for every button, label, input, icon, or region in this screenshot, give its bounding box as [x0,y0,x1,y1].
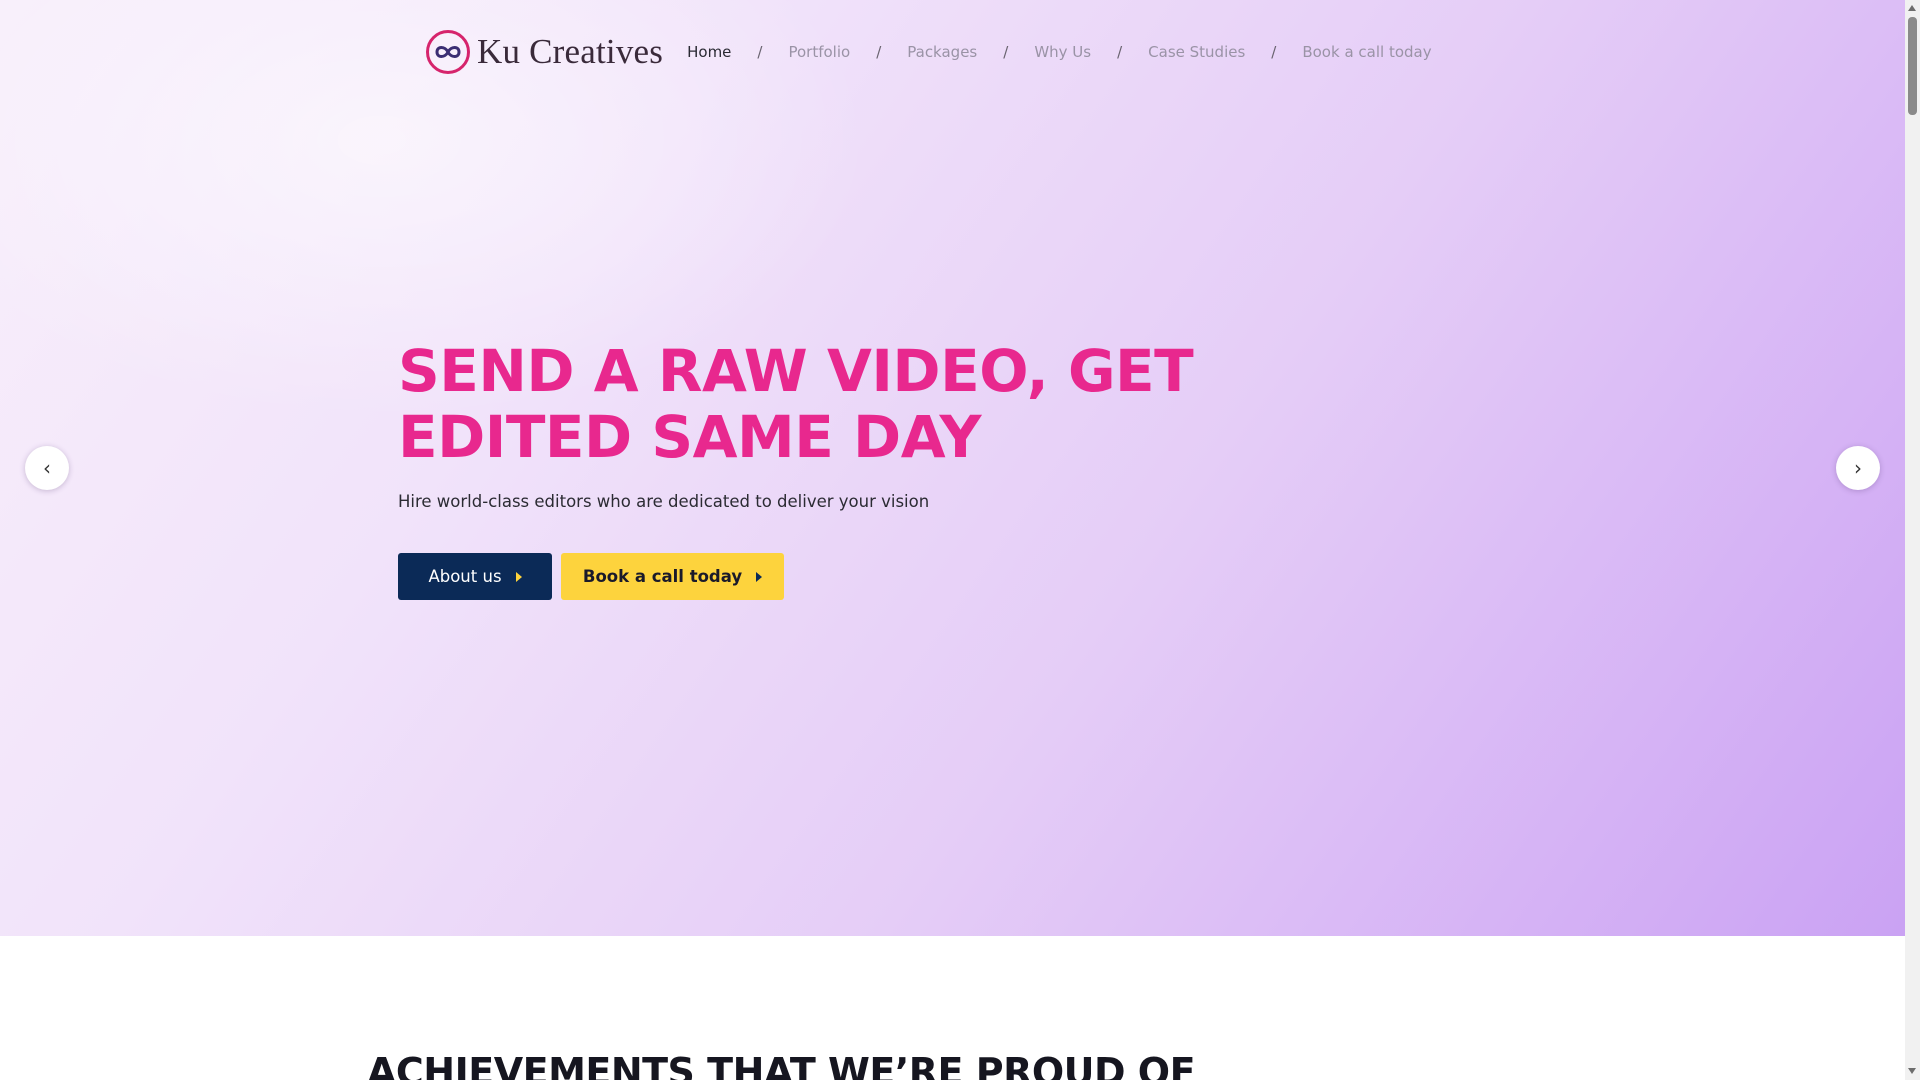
hero-subtext: Hire world-class editors who are dedicat… [398,492,930,511]
hero-section: Ku Creatives Home / Portfolio / Packages… [0,0,1905,936]
achievements-heading: ACHIEVEMENTS THAT WE’RE PROUD OF [367,1050,1196,1080]
about-us-button-label: About us [428,567,502,586]
about-us-button[interactable]: About us [398,553,552,600]
nav-separator: / [1003,43,1009,61]
brand-name: Ku Creatives [477,32,664,71]
book-a-call-button-label: Book a call today [582,567,743,586]
nav-portfolio[interactable]: Portfolio [788,43,850,61]
nav-separator: / [876,43,882,61]
hero-headline-line-2: EDITED SAME DAY [398,403,982,471]
slider-prev-button[interactable]: ‹ [25,446,69,490]
scroll-up-arrow-icon[interactable] [1908,5,1916,11]
slider-next-button[interactable]: › [1836,446,1880,490]
page-scrollbar[interactable] [1905,0,1920,1080]
site-header: Ku Creatives Home / Portfolio / Packages… [425,22,1432,82]
nav-separator: / [1117,43,1123,61]
chevron-left-icon: ‹ [43,456,51,480]
page: Ku Creatives Home / Portfolio / Packages… [0,0,1905,1080]
caret-right-icon [756,571,763,582]
hero-cta-row: About us Book a call today [398,553,1218,600]
nav-home[interactable]: Home [687,43,731,61]
scrollbar-thumb[interactable] [1908,17,1917,115]
nav-why-us[interactable]: Why Us [1034,43,1091,61]
hero-headline: SEND A RAW VIDEO, GET EDITED SAME DAY [398,338,1218,470]
infinity-icon [426,30,470,74]
nav-packages[interactable]: Packages [907,43,977,61]
scroll-down-arrow-icon[interactable] [1908,1068,1916,1074]
nav-book-a-call[interactable]: Book a call today [1302,43,1431,61]
hero-content: SEND A RAW VIDEO, GET EDITED SAME DAY Hi… [398,338,1218,600]
book-a-call-button[interactable]: Book a call today [561,553,784,600]
nav-separator: / [757,43,763,61]
nav-case-studies[interactable]: Case Studies [1148,43,1245,61]
nav-separator: / [1271,43,1277,61]
main-nav: Home / Portfolio / Packages / Why Us / C… [687,43,1432,61]
logo-link[interactable]: Ku Creatives [425,29,663,75]
chevron-right-icon: › [1854,456,1862,480]
hero-headline-line-1: SEND A RAW VIDEO, GET [398,337,1194,405]
caret-right-icon [515,571,522,582]
